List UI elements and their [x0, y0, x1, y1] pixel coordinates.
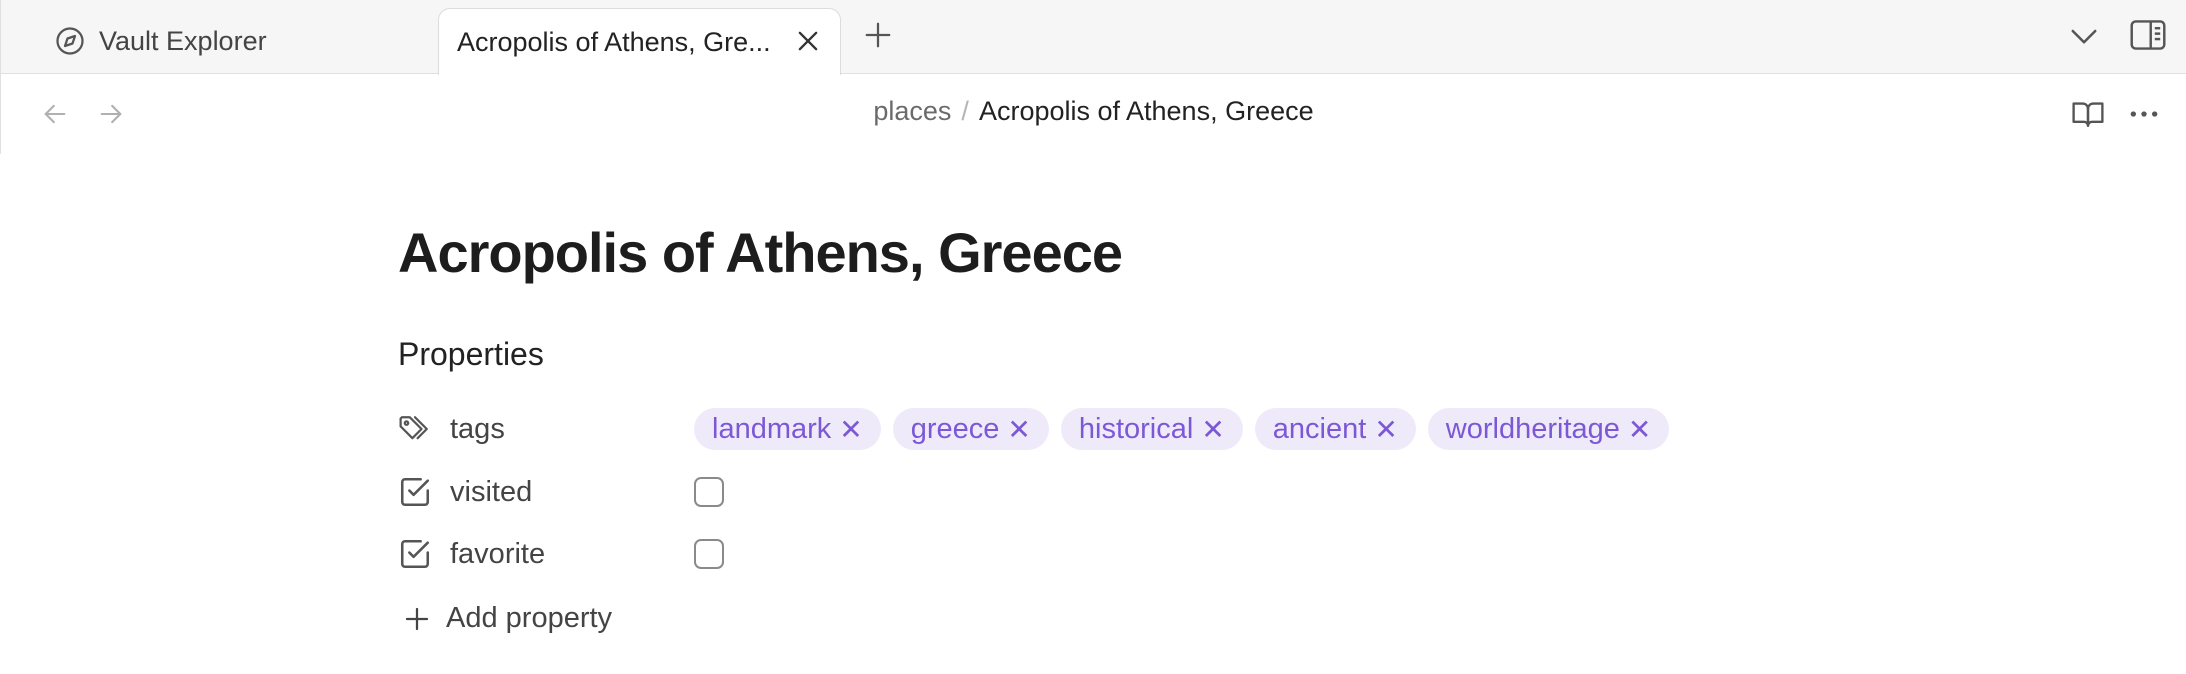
view-header: places / Acropolis of Athens, Greece — [0, 74, 2186, 154]
breadcrumb-separator: / — [961, 96, 969, 126]
property-name[interactable]: visited — [450, 476, 532, 509]
tab-label: Acropolis of Athens, Gre... — [457, 26, 771, 57]
close-icon[interactable] — [794, 27, 822, 55]
checkbox-value — [694, 477, 724, 507]
tag-pill[interactable]: worldheritage ✕ — [1427, 408, 1670, 450]
tag-pill[interactable]: ancient ✕ — [1254, 408, 1416, 450]
tag-label: historical — [1078, 412, 1194, 445]
favorite-checkbox[interactable] — [694, 539, 724, 569]
add-property-button[interactable]: Add property — [402, 602, 612, 635]
property-row-visited: visited — [398, 467, 1798, 517]
property-name[interactable]: tags — [450, 413, 505, 446]
new-tab-plus-icon[interactable] — [863, 20, 893, 50]
tag-label: ancient — [1272, 412, 1367, 445]
property-row-tags: tags landmark ✕ greece ✕ historical ✕ ancie… — [398, 404, 1798, 454]
tag-label: landmark — [712, 412, 832, 445]
add-property-label: Add property — [446, 602, 613, 634]
tag-pill[interactable]: landmark ✕ — [694, 408, 881, 450]
compass-icon — [56, 27, 84, 55]
chevron-down-icon[interactable] — [2069, 24, 2099, 48]
tag-pill[interactable]: greece ✕ — [892, 408, 1049, 450]
tab-vault-explorer[interactable]: Vault Explorer — [31, 8, 431, 74]
breadcrumb: places / Acropolis of Athens, Greece — [1, 96, 2186, 127]
book-open-icon[interactable] — [2071, 98, 2105, 130]
property-name[interactable]: favorite — [450, 538, 545, 571]
tag-remove-icon[interactable]: ✕ — [839, 413, 862, 446]
tag-remove-icon[interactable]: ✕ — [1628, 413, 1651, 446]
tab-label: Vault Explorer — [99, 25, 267, 56]
checkbox-value — [694, 539, 724, 569]
checkbox-type-icon[interactable] — [398, 537, 432, 571]
plus-icon — [405, 607, 429, 630]
breadcrumb-current[interactable]: Acropolis of Athens, Greece — [979, 96, 1314, 126]
properties-heading[interactable]: Properties — [398, 336, 544, 373]
tag-remove-icon[interactable]: ✕ — [1007, 413, 1030, 446]
breadcrumb-parent[interactable]: places — [873, 96, 951, 126]
sidebar-toggle-icon[interactable] — [2129, 18, 2167, 52]
tags-icon[interactable] — [398, 412, 432, 446]
more-options-icon[interactable] — [2127, 98, 2161, 130]
visited-checkbox[interactable] — [694, 477, 724, 507]
tags-value[interactable]: landmark ✕ greece ✕ historical ✕ ancient ✕ w… — [694, 408, 1681, 450]
tag-label: worldheritage — [1445, 412, 1620, 445]
tag-remove-icon[interactable]: ✕ — [1374, 413, 1397, 446]
property-row-favorite: favorite — [398, 529, 1798, 579]
checkbox-type-icon[interactable] — [398, 475, 432, 509]
note-title[interactable]: Acropolis of Athens, Greece — [398, 220, 1123, 285]
tab-bar: Vault Explorer Acropolis of Athens, Gre.… — [0, 0, 2186, 75]
tag-label: greece — [910, 412, 1000, 445]
tag-pill[interactable]: historical ✕ — [1060, 408, 1243, 450]
tab-acropolis[interactable]: Acropolis of Athens, Gre... — [438, 8, 841, 75]
tag-remove-icon[interactable]: ✕ — [1201, 413, 1224, 446]
